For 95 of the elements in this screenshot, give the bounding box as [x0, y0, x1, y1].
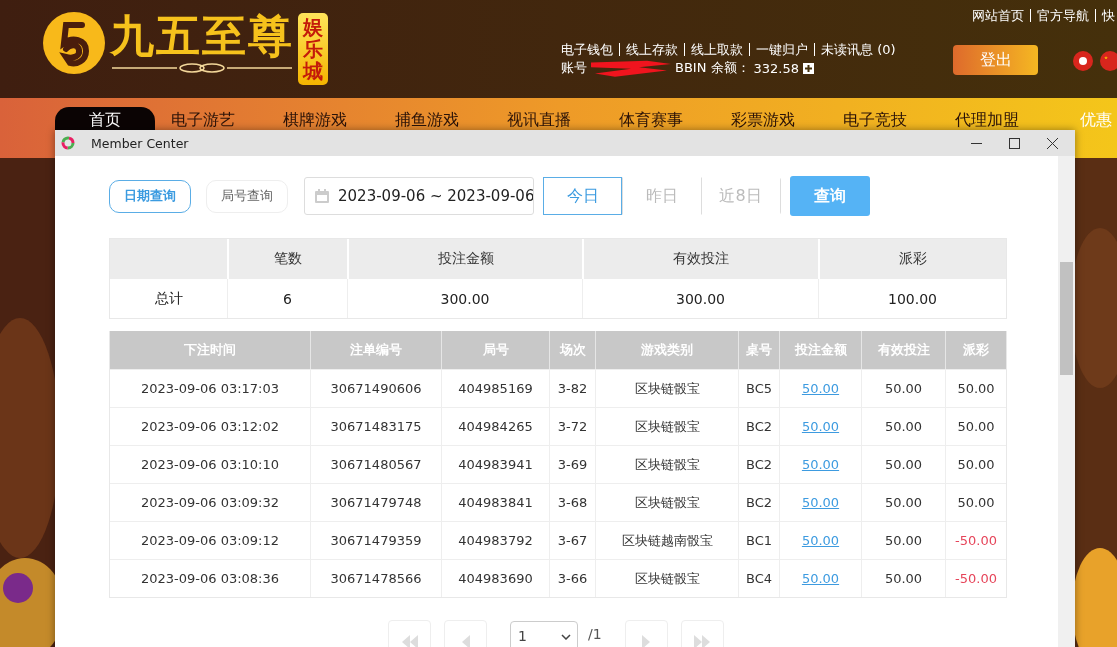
table-cell: 3-66: [549, 559, 595, 597]
table-cell: 50.00: [861, 483, 945, 521]
page-total: /1: [588, 626, 602, 642]
table-cell: -50.00: [945, 559, 1006, 597]
nav-item[interactable]: 电子竞技: [827, 107, 939, 130]
table-cell: 30671483175: [310, 407, 441, 445]
table-cell: 2023-09-06 03:10:10: [110, 445, 310, 483]
close-icon: [1046, 137, 1058, 149]
table-cell-text: 总计: [153, 288, 184, 308]
nav-item[interactable]: 棋牌游戏: [267, 107, 379, 130]
nav-item[interactable]: 代理加盟: [939, 107, 1051, 130]
column-header: 笔数: [227, 239, 347, 279]
account-link[interactable]: 一键归户: [749, 43, 814, 56]
table-cell: 50.00: [861, 407, 945, 445]
table-cell: BC1: [738, 521, 779, 559]
table-cell: 区块链骰宝: [595, 445, 738, 483]
query-tab[interactable]: 局号查询: [206, 179, 288, 213]
table-cell: 2023-09-06 03:09:32: [110, 483, 310, 521]
balance-amount: 332.58: [753, 60, 800, 76]
balance-label: BBIN 余额：: [675, 59, 750, 77]
table-cell: 2023-09-06 03:09:12: [110, 521, 310, 559]
top-link[interactable]: 快: [1095, 9, 1117, 22]
window-title: Member Center: [91, 135, 190, 151]
table-cell: 50.00: [945, 445, 1006, 483]
table-cell: 区块链骰宝: [595, 369, 738, 407]
nav-item[interactable]: 视讯直播: [491, 107, 603, 130]
table-cell: 3-67: [549, 521, 595, 559]
brand-badge: 娱乐城: [298, 13, 328, 85]
table-cell: BC2: [738, 407, 779, 445]
table-cell: BC4: [738, 559, 779, 597]
table-cell: 50.00: [945, 369, 1006, 407]
scroll-thumb[interactable]: [1060, 262, 1073, 375]
app-icon: [61, 136, 75, 150]
table-cell: 30671479359: [310, 521, 441, 559]
table-cell: BC2: [738, 483, 779, 521]
table-cell: 2023-09-06 03:17:03: [110, 369, 310, 407]
table-cell: 50.00: [945, 483, 1006, 521]
column-header: 有效投注: [582, 239, 818, 279]
table-cell: 30671490606: [310, 369, 441, 407]
table-cell: 50.00: [861, 369, 945, 407]
table-cell: 6: [227, 279, 347, 318]
nav-item[interactable]: 捕鱼游戏: [379, 107, 491, 130]
table-cell: 3-69: [549, 445, 595, 483]
column-header: 投注金额: [347, 239, 582, 279]
date-range-field[interactable]: 2023-09-06 ~ 2023-09-06: [304, 177, 534, 215]
table-cell: 30671478566: [310, 559, 441, 597]
table-cell: 50.00: [861, 445, 945, 483]
table-cell: 404985169: [441, 369, 549, 407]
table-cell: 404983690: [441, 559, 549, 597]
table-cell: 50.00: [861, 559, 945, 597]
table-cell: 区块链骰宝: [595, 483, 738, 521]
table-cell: 300.00: [582, 279, 818, 318]
account-link[interactable]: 线上存款: [619, 43, 684, 56]
logo-icon: [42, 11, 106, 75]
table-cell: 2023-09-06 03:08:36: [110, 559, 310, 597]
table-cell: 30671479748: [310, 483, 441, 521]
table-cell: 100.00: [818, 279, 1006, 318]
nav-item[interactable]: 体育赛事: [603, 107, 715, 130]
minimize-icon: [970, 142, 982, 144]
table-cell: 区块链越南骰宝: [595, 521, 738, 559]
table-cell: 300.00: [347, 279, 582, 318]
plus-icon[interactable]: [803, 62, 815, 74]
table-cell: 区块链骰宝: [595, 407, 738, 445]
column-header: 派彩: [818, 239, 1006, 279]
top-link[interactable]: 官方导航: [1030, 9, 1095, 22]
table-cell: 404983792: [441, 521, 549, 559]
table-cell: -50.00: [945, 521, 1006, 559]
scrollbar[interactable]: [1058, 156, 1075, 647]
brand-name: 九五至尊: [110, 10, 294, 62]
table-cell: 3-68: [549, 483, 595, 521]
page-select[interactable]: 1: [510, 621, 578, 647]
table-cell: 30671480567: [310, 445, 441, 483]
nav-item[interactable]: 电子游艺: [155, 107, 267, 130]
table-cell: 3-72: [549, 407, 595, 445]
calendar-icon: [314, 188, 330, 204]
table-cell: BC2: [738, 445, 779, 483]
table-cell: 404984265: [441, 407, 549, 445]
chevron-down-icon: [561, 634, 571, 640]
table-cell: 3-82: [549, 369, 595, 407]
account-link[interactable]: 线上取款: [684, 43, 749, 56]
table-cell: 2023-09-06 03:12:02: [110, 407, 310, 445]
maximize-icon: [1008, 137, 1020, 149]
table-cell: 404983941: [441, 445, 549, 483]
account-link[interactable]: 电子钱包: [561, 43, 619, 56]
table-cell: 50.00: [945, 407, 1006, 445]
table-cell: 区块链骰宝: [595, 559, 738, 597]
table-cell: 50.00: [861, 521, 945, 559]
table-cell: 404983841: [441, 483, 549, 521]
table-cell: BC5: [738, 369, 779, 407]
account-label: 账号: [561, 59, 587, 77]
account-link[interactable]: 未读讯息 (0): [814, 43, 902, 56]
top-link[interactable]: 网站首页: [972, 9, 1030, 22]
nav-item[interactable]: 首页: [55, 107, 155, 130]
flag-icon[interactable]: [1073, 51, 1093, 71]
nav-item[interactable]: 彩票游戏: [715, 107, 827, 130]
